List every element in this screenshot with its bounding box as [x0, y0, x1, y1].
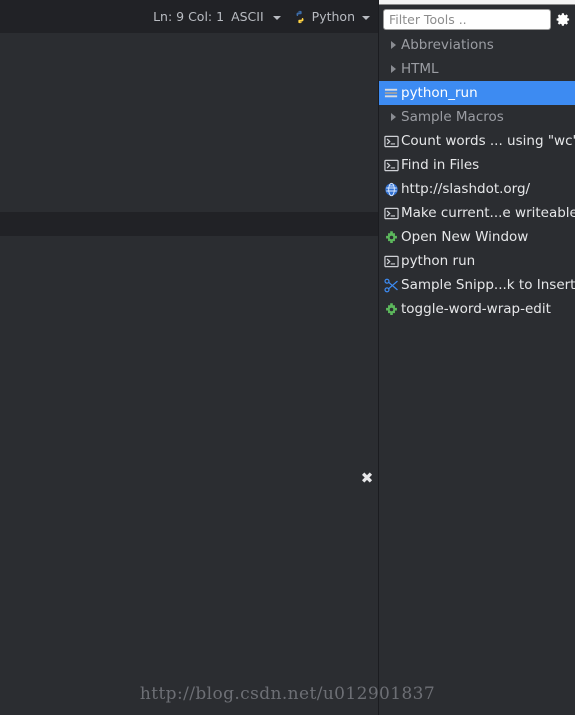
tool-item-label: python_run	[401, 85, 478, 101]
tool-item-icon	[382, 129, 401, 153]
tool-list-item[interactable]: Sample Snipp...k to Insert	[379, 273, 575, 297]
tools-toolbar	[379, 5, 575, 33]
chevron-right-icon[interactable]	[390, 65, 396, 73]
tool-item-icon	[382, 201, 401, 225]
tool-item-icon	[382, 33, 401, 57]
language-selector[interactable]: Python	[293, 9, 370, 24]
chevron-down-icon[interactable]	[362, 15, 370, 20]
tool-list-item[interactable]: python_run	[379, 81, 575, 105]
console-icon	[384, 135, 399, 147]
filter-tools-input[interactable]	[383, 8, 551, 30]
python-logo-icon	[296, 10, 304, 23]
tool-item-label: Abbreviations	[401, 37, 494, 53]
tool-item-label: http://slashdot.org/	[401, 181, 531, 197]
line-column-indicator: Ln: 9 Col: 1	[153, 9, 225, 24]
tool-item-label: toggle-word-wrap-edit	[401, 301, 551, 317]
tool-list-item[interactable]: Abbreviations	[379, 33, 575, 57]
tool-item-label: Make current...e writeable	[401, 205, 575, 221]
tool-item-icon	[382, 225, 401, 249]
tool-list-item[interactable]: toggle-word-wrap-edit	[379, 297, 575, 321]
tool-item-icon	[382, 81, 401, 105]
watermark-text: http://blog.csdn.net/u012901837	[139, 684, 436, 704]
macro-icon	[386, 302, 397, 315]
tool-item-label: Count words ... using "wc"	[401, 133, 575, 149]
tool-list-item[interactable]: python run	[379, 249, 575, 273]
chevron-right-icon[interactable]	[390, 41, 396, 49]
language-label: Python	[311, 9, 355, 24]
console-icon	[384, 207, 399, 219]
tool-item-icon	[382, 177, 401, 201]
tools-options-button[interactable]	[556, 12, 575, 27]
console-icon	[384, 159, 399, 171]
editor-pane: Ln: 9 Col: 1 ASCII Python ✖	[0, 0, 378, 715]
close-icon[interactable]: ✖	[358, 469, 376, 487]
tool-item-label: HTML	[401, 61, 439, 77]
tool-item-icon	[382, 273, 401, 297]
tool-list-item[interactable]: Sample Macros	[379, 105, 575, 129]
tool-list-item[interactable]: Count words ... using "wc"	[379, 129, 575, 153]
status-bar: Ln: 9 Col: 1 ASCII Python	[0, 0, 378, 33]
console-icon	[384, 255, 399, 267]
tool-item-label: Open New Window	[401, 229, 529, 245]
gear-icon	[556, 12, 570, 26]
tool-item-label: Find in Files	[401, 157, 480, 173]
tool-item-icon	[382, 297, 401, 321]
chevron-right-icon[interactable]	[390, 113, 396, 121]
tool-list-item[interactable]: Make current...e writeable	[379, 201, 575, 225]
tool-item-label: Sample Macros	[401, 109, 504, 125]
tool-list-item[interactable]: http://slashdot.org/	[379, 177, 575, 201]
tool-item-label: python run	[401, 253, 476, 269]
editor-highlight-band	[0, 212, 378, 236]
chevron-down-icon[interactable]	[272, 15, 281, 20]
encoding-indicator[interactable]: ASCII	[231, 9, 264, 24]
macro-icon	[386, 230, 397, 243]
tool-list-item[interactable]: HTML	[379, 57, 575, 81]
tool-list-item[interactable]: Find in Files	[379, 153, 575, 177]
globe-icon	[385, 182, 398, 196]
scissors-icon	[384, 278, 398, 292]
tool-item-label: Sample Snipp...k to Insert	[401, 277, 575, 293]
tool-list-item[interactable]: Open New Window	[379, 225, 575, 249]
tools-list: Abbreviations HTML python_run Sample Macros…	[379, 33, 575, 715]
tool-item-icon	[382, 57, 401, 81]
tool-item-icon	[382, 249, 401, 273]
tool-item-icon	[382, 153, 401, 177]
tools-panel: Abbreviations HTML python_run Sample Macros…	[378, 0, 575, 715]
folder-list-icon	[384, 88, 398, 97]
tool-item-icon	[382, 105, 401, 129]
